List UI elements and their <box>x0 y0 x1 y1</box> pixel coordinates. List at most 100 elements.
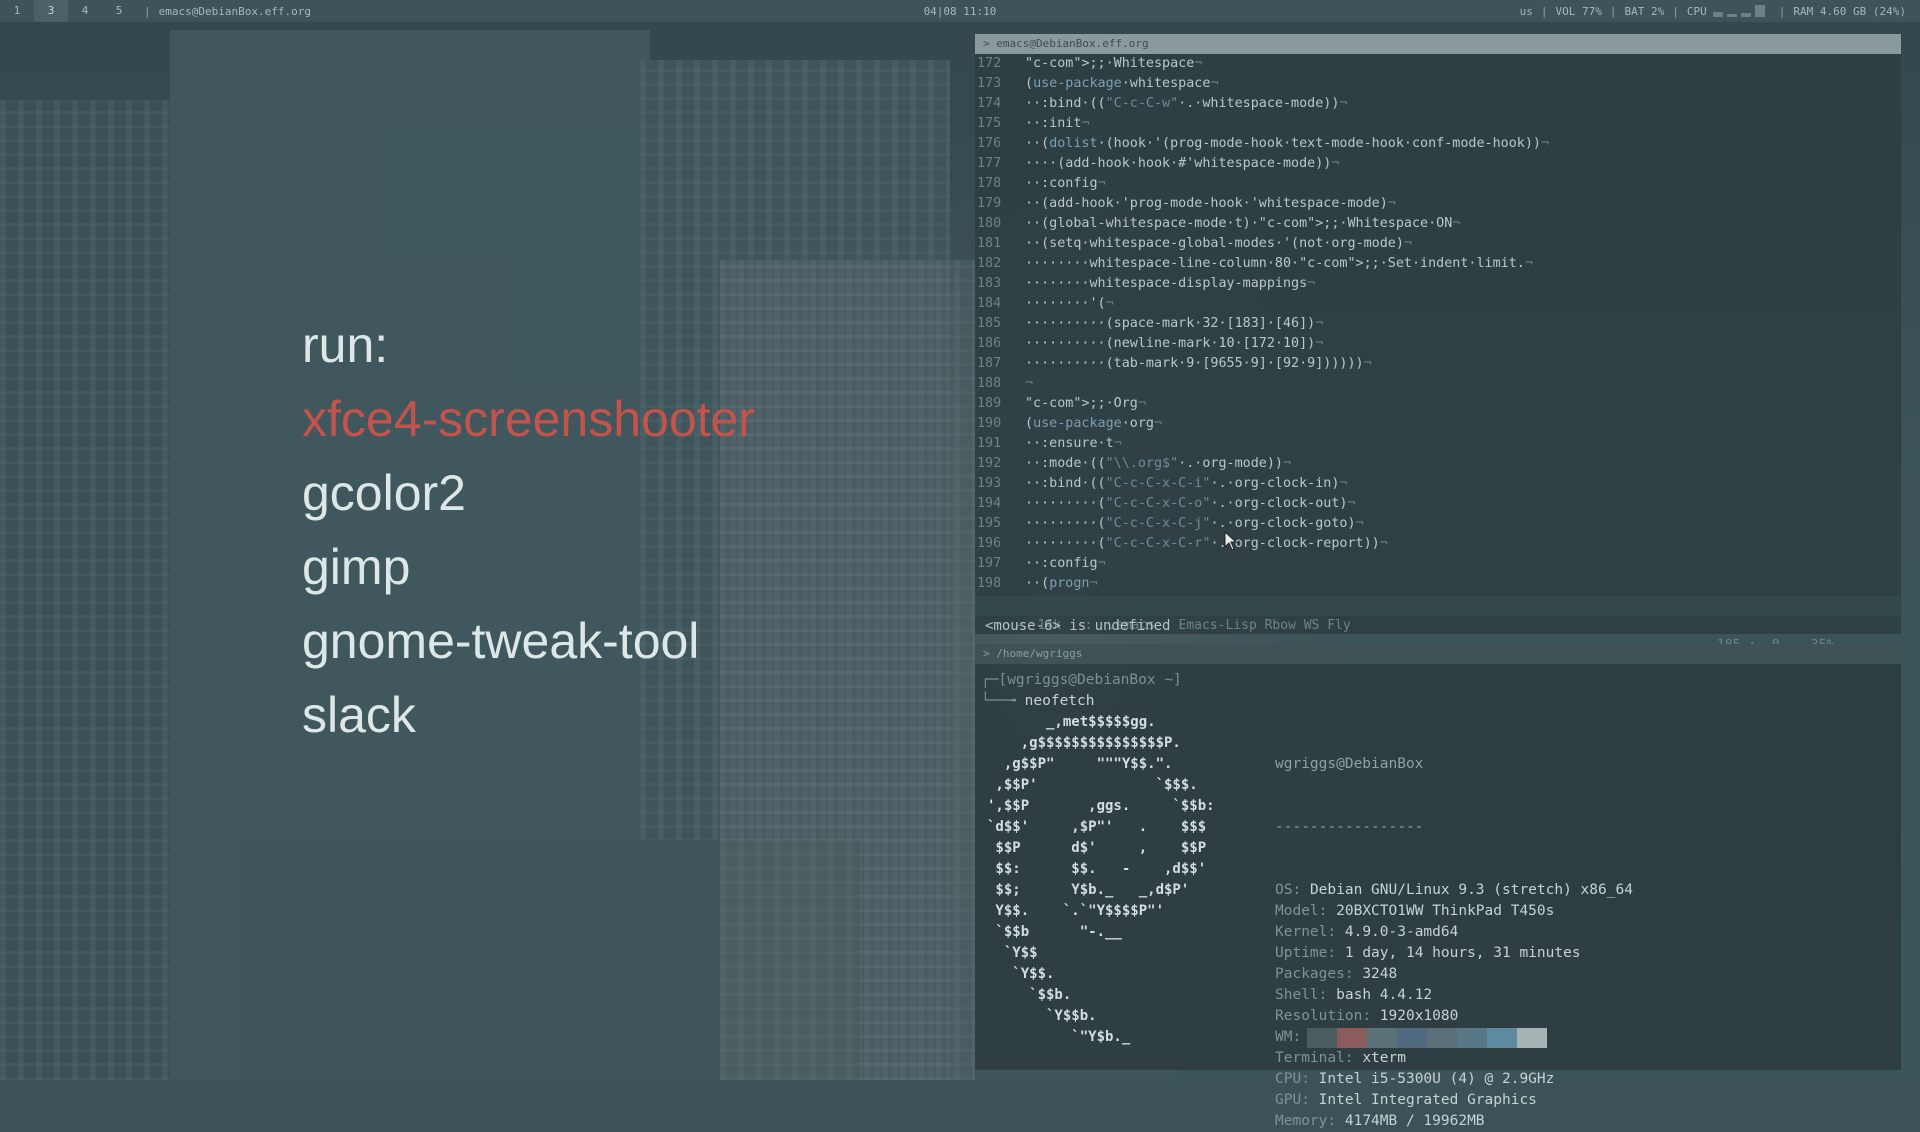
line-number: 187 <box>977 356 1002 371</box>
info-value: xterm <box>1362 1050 1406 1066</box>
separator: | <box>1609 4 1617 18</box>
launcher-item[interactable]: gimp <box>302 530 755 604</box>
workspace-5[interactable]: 5 <box>102 0 136 22</box>
code-line: 191 ··:ensure·t¬ <box>975 434 1901 454</box>
info-row: Kernel: 4.9.0-3-amd64 <box>1275 922 1633 943</box>
clock: 04|08 11:10 <box>923 4 997 18</box>
info-key: OS <box>1275 882 1293 898</box>
line-number: 180 <box>977 216 1002 231</box>
info-colon: : <box>1327 1113 1345 1129</box>
code-text: ·········("C-c-C-x-C-j"·.·org-clock-goto… <box>1025 516 1364 531</box>
code-text: ··:init¬ <box>1025 116 1090 131</box>
launcher-item[interactable]: slack <box>302 678 755 752</box>
line-number: 196 <box>977 536 1002 551</box>
line-number: 193 <box>977 476 1002 491</box>
info-key: GPU <box>1275 1092 1302 1108</box>
line-number: 198 <box>977 576 1002 591</box>
battery-indicator: BAT 2% <box>1624 4 1665 18</box>
system-info: wgriggs@DebianBox ----------------- OS: … <box>1275 712 1633 1132</box>
echo-area: <mouse-6> is undefined <box>985 618 1171 634</box>
line-number: 176 <box>977 136 1002 151</box>
code-line: 179 ··(add-hook·'prog-mode-hook·'whitespa… <box>975 194 1901 214</box>
workspace-1[interactable]: 1 <box>0 0 34 22</box>
info-colon: : <box>1327 945 1345 961</box>
separator: | <box>1672 4 1679 18</box>
color-swatch <box>1457 1028 1487 1048</box>
code-text: ·········("C-c-C-x-C-r"·.·org-clock-repo… <box>1025 536 1388 551</box>
line-number: 179 <box>977 196 1002 211</box>
code-line: 192 ··:mode·(("\\.org$"·.·org-mode))¬ <box>975 454 1901 474</box>
code-line: 185 ··········(space-mark·32·[183]·[46])¬ <box>975 314 1901 334</box>
code-line: 193 ··:bind·(("C-c-C-x-C-i"·.·org-clock-i… <box>975 474 1901 494</box>
info-row: OS: Debian GNU/Linux 9.3 (stretch) x86_6… <box>1275 880 1633 901</box>
ram-indicator: RAM 4.60 GB (24%) <box>1793 4 1906 18</box>
cpu-graph <box>1712 5 1765 17</box>
code-line: 175 ··:init¬ <box>975 114 1901 134</box>
color-swatch <box>1337 1028 1367 1048</box>
code-text: ··:config¬ <box>1025 556 1106 571</box>
shell-prompt: ┌─[wgriggs@DebianBox ~] └──╼ neofetch <box>981 670 1182 712</box>
info-key: Model <box>1275 903 1319 919</box>
code-line: 186 ··········(newline-mark·10·[172·10])¬ <box>975 334 1901 354</box>
workspace-4[interactable]: 4 <box>68 0 102 22</box>
launcher-item[interactable]: gcolor2 <box>302 456 755 530</box>
info-value: 3248 <box>1362 966 1398 982</box>
color-swatch <box>1367 1028 1397 1048</box>
code-text: ··(setq·whitespace-global-modes·'(not·or… <box>1025 236 1412 251</box>
separator: | <box>1778 4 1786 18</box>
code-line: 181 ··(setq·whitespace-global-modes·'(not… <box>975 234 1901 254</box>
code-text: ··(dolist·(hook·'(prog-mode-hook·text-mo… <box>1025 136 1550 151</box>
code-line: 197 ··:config¬ <box>975 554 1901 574</box>
info-colon: : <box>1344 1050 1363 1066</box>
launcher-item[interactable]: gnome-tweak-tool <box>302 604 755 678</box>
info-colon: : <box>1301 1071 1319 1087</box>
code-line: 196 ·········("C-c-C-x-C-r"·.·org-clock-r… <box>975 534 1901 554</box>
cpu-bar <box>1740 13 1751 17</box>
separator: | <box>144 4 151 18</box>
code-text: ··········(newline-mark·10·[172·10])¬ <box>1025 336 1324 351</box>
code-text: ··········(tab-mark·9·[9655·9]·[92·9])))… <box>1025 356 1372 371</box>
debian-ascii-logo: _,met$$$$$gg. ,g$$$$$$$$$$$$$$$P. ,g$$P"… <box>987 714 1215 1045</box>
line-number: 173 <box>977 76 1002 91</box>
line-number: 190 <box>977 416 1002 431</box>
line-number: 183 <box>977 276 1002 291</box>
editor-buffer[interactable]: 172 "c-com">;;·Whitespace¬ 173 (use-package… <box>975 54 1901 617</box>
info-colon: : <box>1318 987 1337 1003</box>
cpu-bar <box>1712 12 1723 17</box>
line-number: 182 <box>977 256 1002 271</box>
code-text: ··:ensure·t¬ <box>1025 436 1122 451</box>
cpu-label: CPU <box>1686 4 1707 18</box>
code-line: 172 "c-com">;;·Whitespace¬ <box>975 54 1901 74</box>
line-number: 178 <box>977 176 1002 191</box>
code-line: 177 ····(add-hook·hook·#'whitespace-mode)… <box>975 154 1901 174</box>
info-colon: : <box>1318 903 1337 919</box>
code-line: 188 ¬ <box>975 374 1901 394</box>
code-line: 182 ········whitespace-line-column·80·"c-… <box>975 254 1901 274</box>
info-row: Shell: bash 4.4.12 <box>1275 985 1633 1006</box>
code-text: ········'(¬ <box>1025 296 1114 311</box>
info-colon: : <box>1344 966 1363 982</box>
line-number: 184 <box>977 296 1002 311</box>
emacs-window[interactable]: > emacs@DebianBox.eff.org 172 "c-com">;;·… <box>975 34 1901 653</box>
code-text: ¬ <box>1025 376 1034 391</box>
launcher-item[interactable]: xfce4-screenshooter <box>302 382 755 456</box>
code-line: 180 ··(global-whitespace-mode·t)·"c-com">… <box>975 214 1901 234</box>
code-line: 187 ··········(tab-mark·9·[9655·9]·[92·9]… <box>975 354 1901 374</box>
info-value: 1 day, 14 hours, 31 minutes <box>1344 945 1581 961</box>
cpu-bar <box>1754 5 1765 17</box>
code-text: ··:config¬ <box>1025 176 1106 191</box>
line-number: 188 <box>977 376 1002 391</box>
code-text: ·········("C-c-C-x-C-o"·.·org-clock-out)… <box>1025 496 1356 511</box>
code-line: 183 ········whitespace-display-mappings¬ <box>975 274 1901 294</box>
info-row: Terminal: xterm <box>1275 1048 1633 1069</box>
workspace-list: 1345 <box>0 0 136 22</box>
code-line: 174 ··:bind·(("C-c-C-w"·.·whitespace-mode… <box>975 94 1901 114</box>
info-colon: : <box>1292 882 1310 898</box>
code-line: 176 ··(dolist·(hook·'(prog-mode-hook·text… <box>975 134 1901 154</box>
line-number: 174 <box>977 96 1002 111</box>
terminal-window[interactable]: > /home/wgriggs ┌─[wgriggs@DebianBox ~] … <box>975 644 1901 1129</box>
code-text: ········whitespace-line-column·80·"c-com… <box>1025 256 1533 271</box>
color-swatch <box>1307 1028 1337 1048</box>
workspace-3[interactable]: 3 <box>34 0 68 22</box>
color-swatch <box>1487 1028 1517 1048</box>
